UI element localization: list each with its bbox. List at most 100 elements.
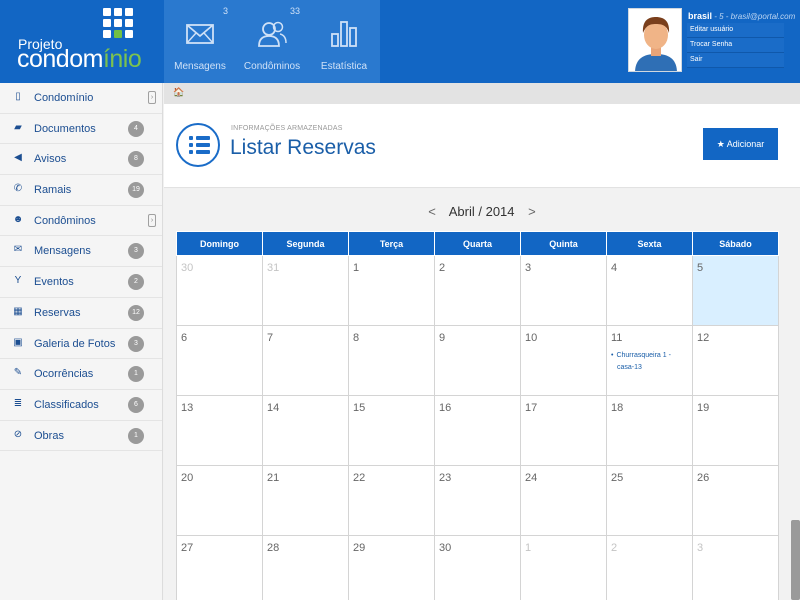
user-name: brasil - 5 - brasil@portal.com (688, 11, 796, 21)
day-cell[interactable]: 5 (692, 255, 779, 326)
sidebar-item[interactable]: ◀ Avisos 8 (0, 144, 162, 176)
weekday-label: Domingo (176, 231, 263, 256)
day-cell[interactable]: 7 (262, 325, 349, 396)
logo[interactable]: Projeto condomínio (0, 0, 163, 83)
day-number: 17 (525, 402, 538, 414)
day-number: 22 (353, 472, 366, 484)
nav-label: Estatística (320, 61, 368, 72)
next-month-button[interactable]: > (528, 204, 536, 219)
page-header: INFORMAÇÕES ARMAZENADAS Listar Reservas … (164, 104, 800, 188)
sidebar-item[interactable]: ✎ Ocorrências 1 (0, 359, 162, 390)
day-cell[interactable]: 13 (176, 395, 263, 466)
avatar[interactable] (628, 8, 682, 72)
calendar-week: 13 14 15 16 17 18 19 (176, 395, 779, 466)
change-password-link[interactable]: Trocar Senha (687, 38, 784, 53)
day-cell[interactable]: 2 (606, 535, 693, 600)
day-cell[interactable]: 29 (348, 535, 435, 600)
sidebar-item[interactable]: Y Eventos 2 (0, 267, 162, 298)
calendar-week: 27 28 29 30 1 2 3 (176, 535, 779, 600)
day-cell[interactable]: 28 (262, 535, 349, 600)
day-cell[interactable]: 16 (434, 395, 521, 466)
home-icon[interactable]: 🏠 (173, 87, 184, 98)
add-button[interactable]: ★ Adicionar (703, 128, 778, 160)
day-cell[interactable]: 6 (176, 325, 263, 396)
day-cell[interactable]: 25 (606, 465, 693, 536)
expand-icon[interactable]: › (148, 213, 156, 227)
weekday-label: Terça (348, 231, 435, 256)
phone-icon: ✆ (13, 183, 23, 195)
sidebar-item[interactable]: ✉ Mensagens 3 (0, 236, 162, 268)
sidebar-item[interactable]: ✆ Ramais 19 (0, 175, 162, 206)
day-cell[interactable]: 24 (520, 465, 607, 536)
day-cell[interactable]: 3 (692, 535, 779, 600)
day-cell[interactable]: 31 (262, 255, 349, 326)
top-header: Projeto condomínio 3 Mensagens 33 Condôm… (0, 0, 800, 83)
day-cell[interactable]: 14 (262, 395, 349, 466)
calendar-icon: ▦ (13, 305, 23, 317)
nav-mensagens[interactable]: 3 Mensagens (164, 0, 236, 83)
calendar-week: 30 31 1 2 3 4 5 (176, 255, 779, 326)
prev-month-button[interactable]: < (428, 204, 436, 219)
weekday-label: Quinta (520, 231, 607, 256)
expand-icon[interactable]: › (148, 91, 156, 104)
envelope-icon (186, 24, 214, 44)
day-number: 11 (611, 332, 623, 344)
scrollbar[interactable] (791, 520, 800, 600)
nav-estatistica[interactable]: Estatística (308, 0, 380, 83)
list-icon (176, 123, 220, 167)
day-cell[interactable]: 20 (176, 465, 263, 536)
sidebar-item[interactable]: ≣ Classificados 6 (0, 390, 162, 421)
sidebar-item[interactable]: ▯ Condomínio › (0, 83, 162, 114)
sidebar-item[interactable]: ☻ Condôminos › (0, 206, 162, 237)
user-panel: brasil - 5 - brasil@portal.com Editar us… (628, 8, 795, 74)
day-cell[interactable]: 4 (606, 255, 693, 326)
day-cell[interactable]: 1 (520, 535, 607, 600)
day-cell[interactable]: 22 (348, 465, 435, 536)
day-cell[interactable]: 12 (692, 325, 779, 396)
sidebar-item-label: Condôminos (34, 214, 96, 227)
reservation-event[interactable]: Churrasqueira 1 - casa-13 (611, 350, 688, 374)
sidebar-item[interactable]: ▰ Documentos 4 (0, 114, 162, 145)
sidebar-item[interactable]: ▦ Reservas 12 (0, 298, 162, 329)
day-number: 31 (267, 262, 280, 274)
day-cell[interactable]: 27 (176, 535, 263, 600)
folder-icon: ▰ (14, 121, 22, 133)
day-cell[interactable]: 3 (520, 255, 607, 326)
sidebar-item[interactable]: ▣ Galeria de Fotos 3 (0, 329, 162, 360)
calendar-grid: Domingo Segunda Terça Quarta Quinta Sexta Sába… (176, 231, 779, 600)
sidebar-item-label: Galeria de Fotos (34, 337, 116, 350)
logout-link[interactable]: Sair (687, 53, 784, 68)
count-badge: 1 (128, 366, 144, 383)
day-cell[interactable]: 8 (348, 325, 435, 396)
day-number: 23 (439, 472, 452, 484)
day-cell[interactable]: 18 (606, 395, 693, 466)
day-cell[interactable]: 23 (434, 465, 521, 536)
day-cell[interactable]: 30 (434, 535, 521, 600)
day-cell[interactable]: 9 (434, 325, 521, 396)
sidebar-item[interactable]: ⊘ Obras 1 (0, 421, 162, 452)
day-number: 14 (267, 402, 280, 414)
day-cell[interactable]: 26 (692, 465, 779, 536)
envelope-icon: ✉ (13, 244, 23, 256)
sidebar-item-label: Mensagens (34, 245, 91, 258)
day-cell[interactable]: 10 (520, 325, 607, 396)
day-cell[interactable]: 11 Churrasqueira 1 - casa-13 (606, 325, 693, 396)
count-badge: 19 (128, 182, 144, 199)
breadcrumb: 🏠 (164, 83, 800, 104)
sidebar-item-label: Ramais (34, 184, 72, 197)
day-cell[interactable]: 1 (348, 255, 435, 326)
day-cell[interactable]: 15 (348, 395, 435, 466)
edit-user-link[interactable]: Editar usuário (687, 23, 784, 38)
day-cell[interactable]: 19 (692, 395, 779, 466)
day-number: 9 (439, 332, 446, 344)
nav-count: 3 (222, 6, 228, 16)
day-number: 8 (353, 332, 360, 344)
day-cell[interactable]: 21 (262, 465, 349, 536)
day-cell[interactable]: 17 (520, 395, 607, 466)
day-number: 5 (697, 262, 704, 274)
day-number: 4 (611, 262, 618, 274)
day-cell[interactable]: 30 (176, 255, 263, 326)
nav-condominos[interactable]: 33 Condôminos (236, 0, 308, 83)
day-cell[interactable]: 2 (434, 255, 521, 326)
calendar-week: 20 21 22 23 24 25 26 (176, 465, 779, 536)
